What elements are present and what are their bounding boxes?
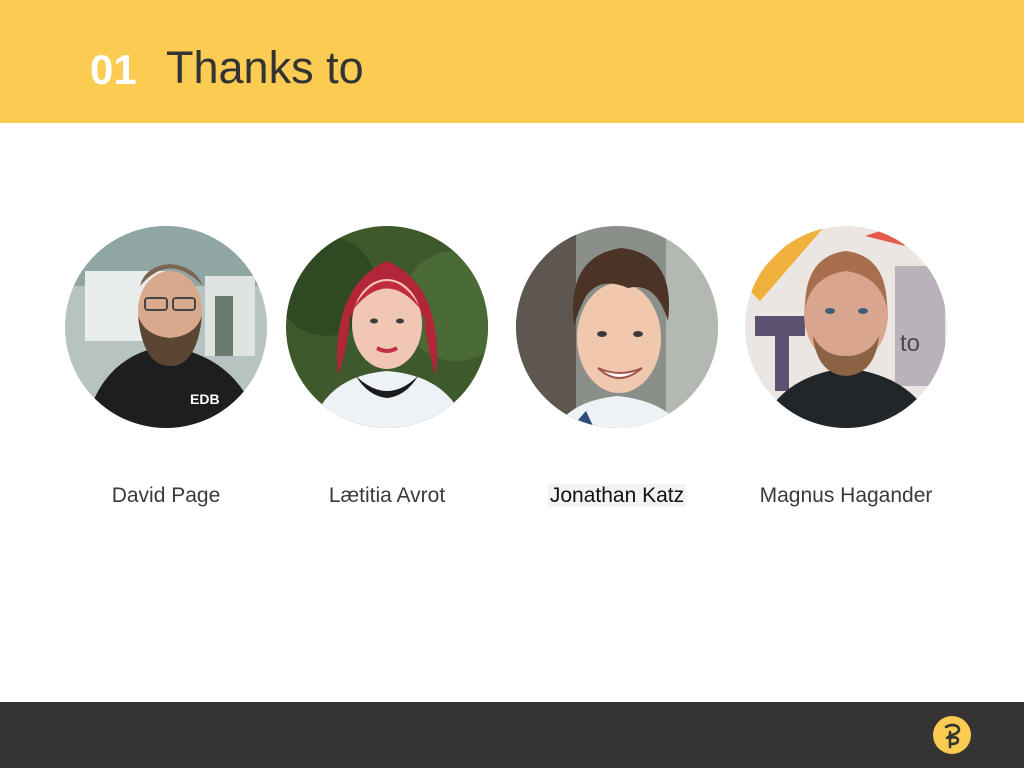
svg-text:to: to — [900, 330, 920, 357]
footer-bar — [0, 702, 1024, 768]
company-logo-icon — [933, 716, 971, 754]
person-card: EDB David Page — [55, 226, 275, 526]
svg-text:EDB: EDB — [190, 391, 220, 407]
person-photo — [516, 226, 718, 428]
person-photo — [286, 226, 488, 428]
person-photo: EDB — [65, 226, 267, 428]
person-name: Magnus Hagander — [759, 484, 933, 507]
person-card: Jonathan Katz — [506, 226, 726, 526]
person-name-text: Jonathan Katz — [547, 484, 687, 507]
person-name: David Page — [111, 484, 221, 507]
person-card: Lætitia Avrot — [276, 226, 496, 526]
person-card: to Magnus Hagander — [735, 226, 955, 526]
header-bar: 01 Thanks to — [0, 0, 1024, 123]
person-photo: to — [745, 226, 947, 428]
person-name: Jonathan Katz — [506, 482, 728, 510]
person-name: Lætitia Avrot — [328, 484, 446, 507]
slide: 01 Thanks to EDB David Page Lætitia Avro… — [0, 0, 1024, 768]
slide-number: 01 — [90, 46, 137, 93]
slide-title: Thanks to — [166, 42, 364, 93]
